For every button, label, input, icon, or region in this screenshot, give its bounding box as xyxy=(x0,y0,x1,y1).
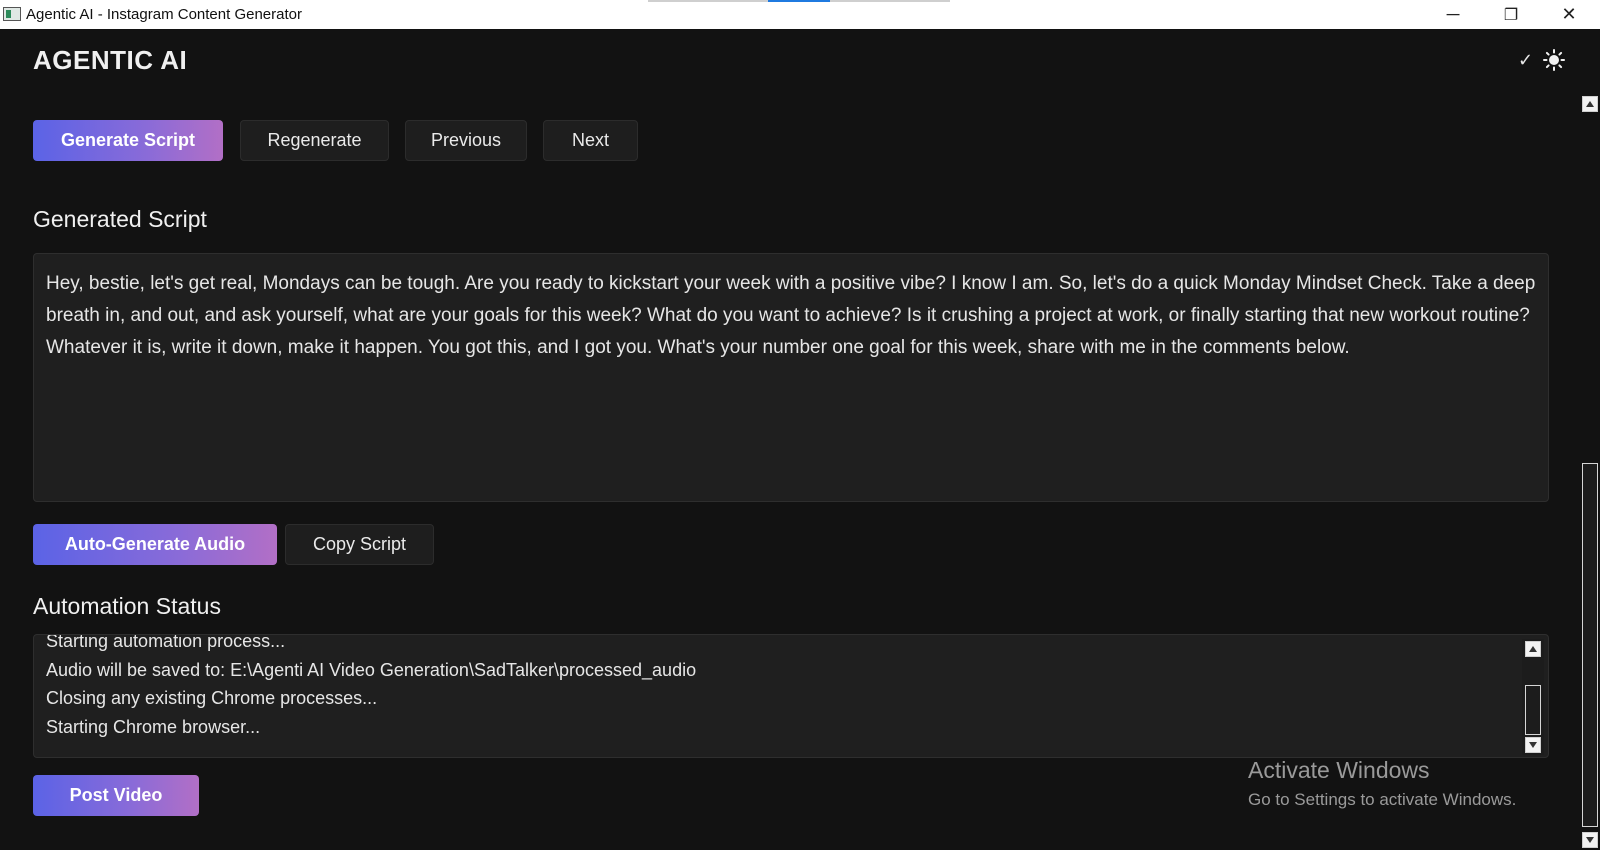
scroll-up-arrow-icon[interactable] xyxy=(1525,641,1541,657)
status-line: Audio will be saved to: E:\Agenti AI Vid… xyxy=(46,659,697,680)
post-video-button[interactable]: Post Video xyxy=(33,775,199,816)
taskbar-tab-indicator xyxy=(830,0,950,2)
script-textarea[interactable]: Hey, bestie, let's get real, Mondays can… xyxy=(33,253,1549,502)
window-scrollbar[interactable] xyxy=(1580,96,1600,850)
minimize-button[interactable]: ─ xyxy=(1424,0,1482,29)
app-brand-title: AGENTIC AI xyxy=(33,45,188,75)
auto-generate-audio-button[interactable]: Auto-Generate Audio xyxy=(33,524,277,565)
windows-activation-watermark: Activate Windows Go to Settings to activ… xyxy=(1248,757,1516,810)
sun-icon[interactable] xyxy=(1543,49,1565,71)
app-icon xyxy=(3,7,21,21)
previous-button[interactable]: Previous xyxy=(405,120,527,161)
automation-status-log[interactable]: Starting automation process... Audio wil… xyxy=(33,634,1549,758)
window-titlebar: Agentic AI - Instagram Content Generator… xyxy=(0,0,1600,29)
theme-check-icon[interactable]: ✓ xyxy=(1518,50,1533,71)
generated-script-heading: Generated Script xyxy=(33,206,207,232)
window-scrollbar-thumb[interactable] xyxy=(1582,463,1598,827)
window-scroll-down-arrow-icon[interactable] xyxy=(1582,832,1598,848)
window-scroll-up-arrow-icon[interactable] xyxy=(1582,96,1598,112)
scrollbar-thumb[interactable] xyxy=(1525,685,1541,735)
window-title: Agentic AI - Instagram Content Generator xyxy=(26,6,302,23)
taskbar-tab-indicator xyxy=(648,0,768,2)
taskbar-tab-indicator-active xyxy=(768,0,830,2)
status-line: Closing any existing Chrome processes... xyxy=(46,688,378,708)
watermark-title: Activate Windows xyxy=(1248,757,1430,783)
copy-script-button[interactable]: Copy Script xyxy=(285,524,434,565)
generate-script-button[interactable]: Generate Script xyxy=(33,120,223,161)
restore-button[interactable]: ❐ xyxy=(1482,0,1540,29)
status-scrollbar[interactable] xyxy=(1522,639,1544,755)
status-line: Starting automation process... xyxy=(46,634,286,651)
automation-status-heading: Automation Status xyxy=(33,593,221,619)
next-button[interactable]: Next xyxy=(543,120,638,161)
status-log-lines: Starting automation process... Audio wil… xyxy=(46,634,697,741)
scroll-down-arrow-icon[interactable] xyxy=(1525,737,1541,753)
close-button[interactable]: ✕ xyxy=(1540,0,1598,29)
watermark-subtitle: Go to Settings to activate Windows. xyxy=(1248,790,1517,809)
status-line: Starting Chrome browser... xyxy=(46,716,261,737)
regenerate-button[interactable]: Regenerate xyxy=(240,120,389,161)
